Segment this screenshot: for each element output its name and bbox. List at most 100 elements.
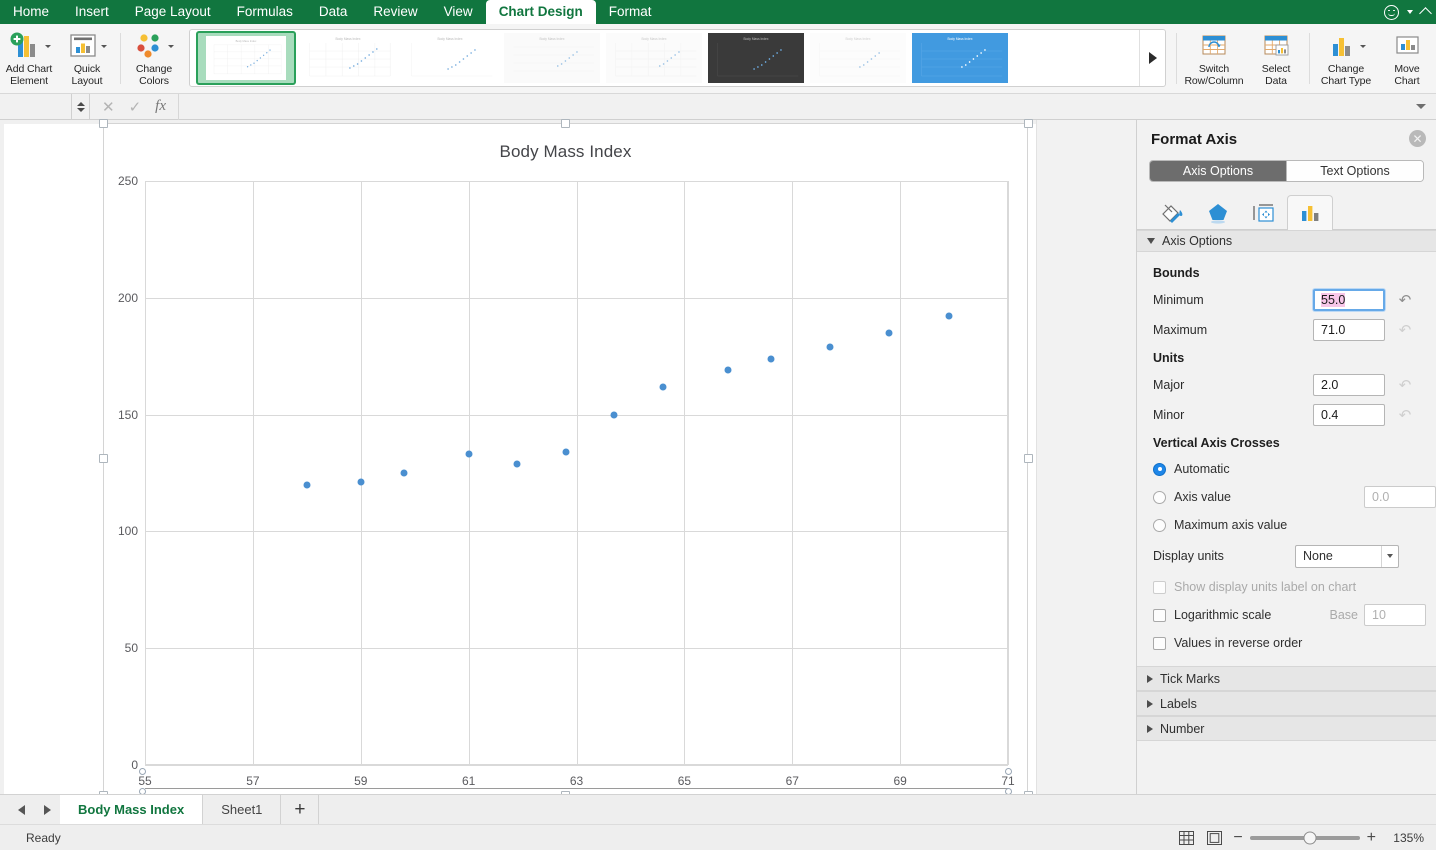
zoom-in-button[interactable]: + [1367,829,1376,846]
chart-style-thumb-1[interactable]: Body Mass Index [196,31,296,85]
add-chart-element-chevron-down-icon[interactable] [44,44,51,48]
scatter-point[interactable] [610,411,618,419]
sheet-prev-button[interactable] [8,804,34,815]
chart-style-thumb-2[interactable]: Body Mass Index [298,31,398,85]
minor-unit-input[interactable]: 0.4 [1313,404,1385,426]
crosses-axis-value-row[interactable]: Axis value 0.0 [1137,483,1436,511]
sheet-next-button[interactable] [34,804,60,815]
scatter-point[interactable] [303,481,311,489]
tab-text-options[interactable]: Text Options [1286,161,1423,181]
ribbon-tab-insert[interactable]: Insert [62,0,122,24]
logarithmic-scale-row[interactable]: Logarithmic scale Base 10 [1137,601,1436,629]
scatter-point[interactable] [767,355,775,363]
chart-object[interactable]: Body Mass Index 250 200 150 100 50 0 55 … [103,123,1028,796]
axis-options-section-header[interactable]: Axis Options [1137,230,1436,252]
chart-style-thumb-8[interactable]: Body Mass Index [910,31,1010,85]
x-axis-line[interactable] [145,788,1008,789]
chart-styles-gallery[interactable]: Body Mass Index Body Mass Index Body Mas… [189,29,1166,87]
minimum-reset-icon[interactable]: ↶ [1395,291,1415,309]
quick-layout-chevron-down-icon[interactable] [100,44,107,48]
maximum-input[interactable]: 71.0 [1313,319,1385,341]
spinner-up-icon[interactable] [76,101,85,106]
x-axis-handle-right[interactable] [1005,768,1012,775]
ribbon-tab-formulas[interactable]: Formulas [224,0,306,24]
zoom-slider-track[interactable] [1249,831,1360,844]
display-units-select[interactable]: None [1295,544,1399,568]
switch-row-column-button[interactable]: Switch Row/Column [1181,27,1247,90]
chart-plot-area[interactable]: 250 200 150 100 50 0 55 57 59 61 63 65 6… [118,174,1015,789]
chart-style-thumb-6[interactable]: Body Mass Index [706,31,806,85]
crosses-axis-value-input[interactable]: 0.0 [1364,486,1436,508]
chart-style-thumb-3[interactable]: Body Mass Index [400,31,500,85]
values-in-reverse-order-checkbox[interactable] [1153,636,1166,650]
scatter-point[interactable] [357,478,365,486]
chart-handle-top-left[interactable] [99,119,108,128]
chart-handle-middle-right[interactable] [1024,454,1033,463]
minimum-input[interactable]: 55.0 [1313,289,1385,311]
formula-confirm-icon[interactable]: ✓ [129,98,142,116]
chart-style-thumb-5[interactable]: Body Mass Index [604,31,704,85]
close-icon[interactable]: ✕ [1409,130,1426,147]
axis-options-icon[interactable] [1287,195,1333,230]
tab-axis-options[interactable]: Axis Options [1150,161,1286,181]
ribbon-tab-review[interactable]: Review [360,0,430,24]
change-colors-chevron-down-icon[interactable] [167,44,174,48]
sheet-tab-body-mass-index[interactable]: Body Mass Index [60,794,204,825]
show-display-units-label-checkbox[interactable] [1153,580,1166,594]
crosses-axis-value-radio[interactable] [1153,490,1166,504]
move-chart-button[interactable]: Move Chart [1378,27,1436,90]
feedback-chevron-down-icon[interactable] [1407,10,1413,14]
number-section-header[interactable]: Number [1137,716,1436,741]
values-in-reverse-order-row[interactable]: Values in reverse order [1137,629,1436,657]
chart-title[interactable]: Body Mass Index [104,142,1027,162]
tick-marks-section-header[interactable]: Tick Marks [1137,666,1436,691]
scatter-point[interactable] [562,448,570,456]
size-properties-icon[interactable] [1241,195,1287,229]
page-layout-view-icon[interactable] [1205,830,1223,846]
zoom-slider-knob[interactable] [1303,831,1317,844]
ribbon-tab-home[interactable]: Home [0,0,62,24]
ribbon-tab-page-layout[interactable]: Page Layout [122,0,224,24]
sheet-tab-sheet1[interactable]: Sheet1 [203,794,282,825]
chart-styles-next-button[interactable] [1139,30,1165,86]
chart-style-thumb-7[interactable]: Body Mass Index [808,31,908,85]
scatter-point[interactable] [724,366,732,374]
ribbon-tab-format[interactable]: Format [596,0,665,24]
zoom-out-button[interactable]: − [1233,829,1242,846]
x-axis-handle-left[interactable] [139,768,146,775]
normal-view-icon[interactable] [1177,830,1195,846]
ribbon-collapse-icon[interactable] [1419,7,1432,20]
fill-line-icon[interactable] [1149,195,1195,229]
logarithmic-scale-checkbox[interactable] [1153,608,1166,622]
scatter-point[interactable] [885,329,893,337]
feedback-smiley-icon[interactable] [1384,4,1399,20]
add-chart-element-button[interactable]: Add Chart Element [0,27,58,90]
crosses-maximum-axis-value-row[interactable]: Maximum axis value [1137,511,1436,539]
quick-layout-button[interactable]: Quick Layout [58,27,116,90]
scatter-point[interactable] [659,383,667,391]
ribbon-tab-chart-design[interactable]: Chart Design [485,0,596,24]
worksheet-empty-area[interactable] [1036,120,1136,794]
scatter-point[interactable] [400,469,408,477]
name-box[interactable] [0,93,72,120]
scatter-point[interactable] [945,312,953,320]
scatter-point[interactable] [826,343,834,351]
spinner-down-icon[interactable] [76,107,85,112]
name-box-spinner[interactable] [72,93,90,120]
scatter-series[interactable] [145,181,1008,765]
major-unit-input[interactable]: 2.0 [1313,374,1385,396]
add-sheet-button[interactable]: + [281,794,320,825]
chart-style-thumb-4[interactable]: Body Mass Index [502,31,602,85]
formula-bar-expand-icon[interactable] [1416,104,1426,109]
zoom-level-label[interactable]: 135% [1386,831,1424,845]
display-units-chevron-down-icon[interactable] [1381,545,1398,567]
show-display-units-label-row[interactable]: Show display units label on chart [1137,573,1436,601]
zoom-slider[interactable]: − + [1233,829,1376,846]
effects-icon[interactable] [1195,195,1241,229]
maximum-reset-icon[interactable]: ↶ [1395,321,1415,339]
minor-unit-reset-icon[interactable]: ↶ [1395,406,1415,424]
crosses-automatic-row[interactable]: Automatic [1137,455,1436,483]
select-data-button[interactable]: Select Data [1247,27,1305,90]
formula-cancel-icon[interactable]: ✕ [102,98,115,116]
scatter-point[interactable] [513,460,521,468]
